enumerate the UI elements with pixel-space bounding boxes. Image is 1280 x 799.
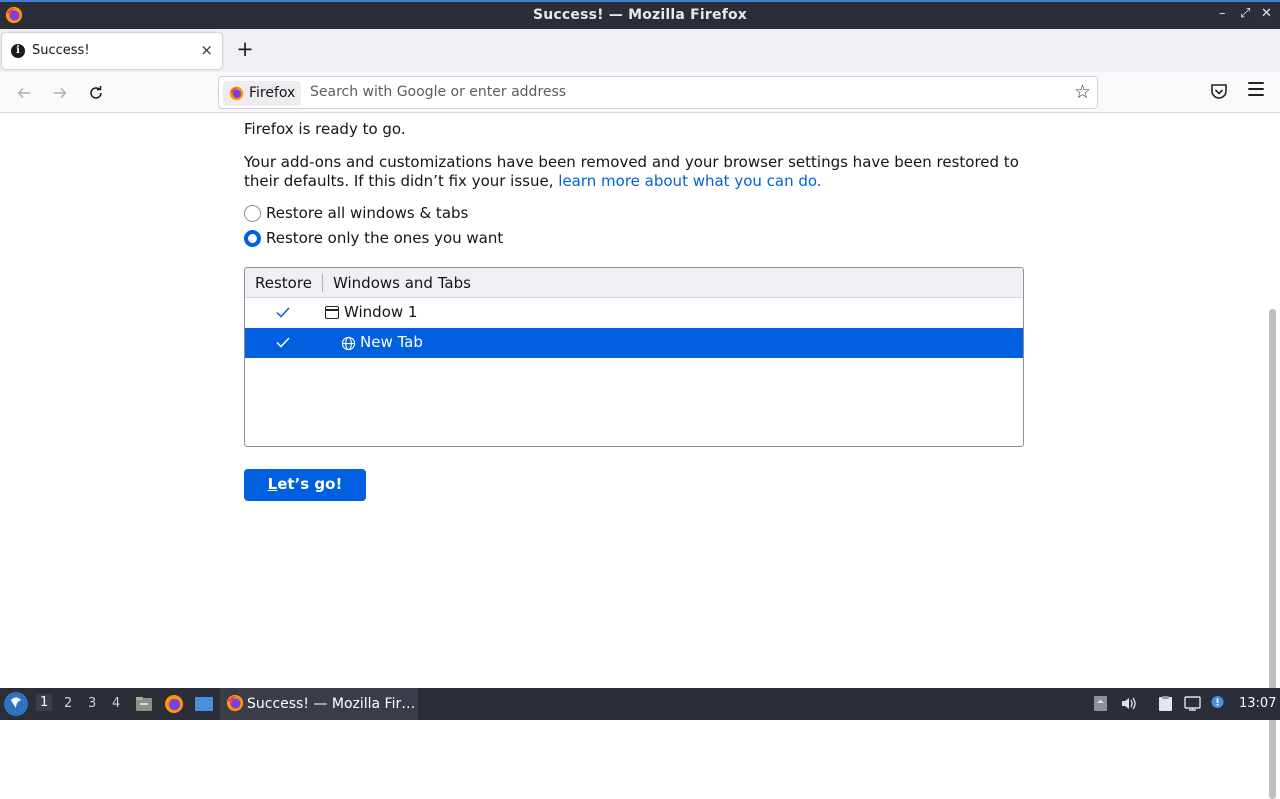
tray-updates-icon[interactable] [1092,695,1109,712]
check-icon[interactable] [275,304,291,320]
close-tab-icon[interactable]: × [200,41,213,59]
tab-success[interactable]: i Success! × [2,33,222,69]
volume-icon[interactable] [1120,695,1137,712]
window-icon [325,306,339,319]
workspace-1[interactable]: 1 [36,694,53,711]
column-windows-tabs[interactable]: Windows and Tabs [333,274,471,292]
reload-button[interactable] [83,80,109,106]
window-titlebar: Success! — Mozilla Firefox – ⤢ ✕ [0,0,1280,29]
terminal-icon[interactable] [194,694,214,714]
workspace-4[interactable]: 4 [112,696,120,711]
identity-box[interactable]: Firefox [223,81,301,106]
workspace-3[interactable]: 3 [88,696,96,711]
info-icon: i [11,44,25,58]
maximize-button[interactable]: ⤢ [1240,6,1250,21]
clipboard-icon[interactable] [1157,695,1174,712]
identity-label: Firefox [249,85,296,101]
tab-label: Success! [32,43,90,58]
taskbar: 1 2 3 4 Success! — Mozilla Fir… 13:07 [0,688,1280,720]
column-restore[interactable]: Restore [255,274,312,292]
restore-all-label: Restore all windows & tabs [266,204,469,222]
navigation-toolbar: Firefox Search with Google or enter addr… [0,72,1280,113]
tab-strip: i Success! × + [0,29,1280,72]
forward-button[interactable] [47,80,73,106]
minimize-button[interactable]: – [1219,6,1226,21]
access-key: L [267,475,278,493]
app-launcher-icon [11,697,21,708]
check-icon[interactable] [275,334,291,350]
notification-icon[interactable] [1209,695,1226,712]
tree-row-label: New Tab [360,333,423,351]
page-scrollbar[interactable] [1269,309,1276,799]
button-label: et’s go! [277,475,343,493]
address-bar[interactable]: Firefox Search with Google or enter addr… [218,76,1098,109]
globe-icon [341,336,356,351]
learn-more-link[interactable]: learn more about what you can do. [558,172,821,190]
column-divider [322,274,323,292]
ready-message: Firefox is ready to go. [244,120,406,138]
pocket-icon[interactable] [1210,83,1228,100]
tree-row-label: Window 1 [344,303,418,321]
new-tab-button[interactable]: + [234,37,256,63]
back-arrow-icon [17,87,30,99]
file-manager-icon[interactable] [134,694,154,714]
firefox-logo-icon [229,86,244,101]
clock: 13:07 [1239,696,1277,711]
radio-restore-all[interactable] [244,205,261,222]
radio-restore-some[interactable] [244,230,261,247]
app-menu-icon[interactable] [1248,82,1264,98]
start-menu-icon[interactable] [4,692,28,716]
task-label: Success! — Mozilla Fir… [247,696,416,712]
back-button[interactable] [11,80,37,106]
bookmark-star-icon[interactable]: ☆ [1074,81,1091,103]
tree-row-window[interactable]: Window 1 [245,298,1023,328]
workspace-2[interactable]: 2 [64,696,72,711]
reload-icon [90,86,102,99]
close-window-button[interactable]: ✕ [1261,6,1272,21]
page-content: Firefox is ready to go. Your add-ons and… [0,113,1280,799]
reset-description: Your add-ons and customizations have bee… [244,153,1044,191]
forward-arrow-icon [54,87,67,99]
restore-some-label: Restore only the ones you want [266,229,504,247]
windows-tabs-tree[interactable]: Restore Windows and Tabs Window 1 New Ta… [244,267,1024,447]
lets-go-button[interactable]: Let’s go! [244,469,366,501]
display-icon[interactable] [1184,695,1201,712]
tree-row-tab[interactable]: New Tab [245,328,1023,358]
taskbar-task-firefox[interactable]: Success! — Mozilla Fir… [220,688,418,720]
firefox-logo-icon [226,694,244,712]
firefox-launcher-icon[interactable] [164,694,184,714]
window-title: Success! — Mozilla Firefox [532,7,748,23]
url-placeholder[interactable]: Search with Google or enter address [310,84,566,100]
tree-header: Restore Windows and Tabs [245,268,1023,298]
